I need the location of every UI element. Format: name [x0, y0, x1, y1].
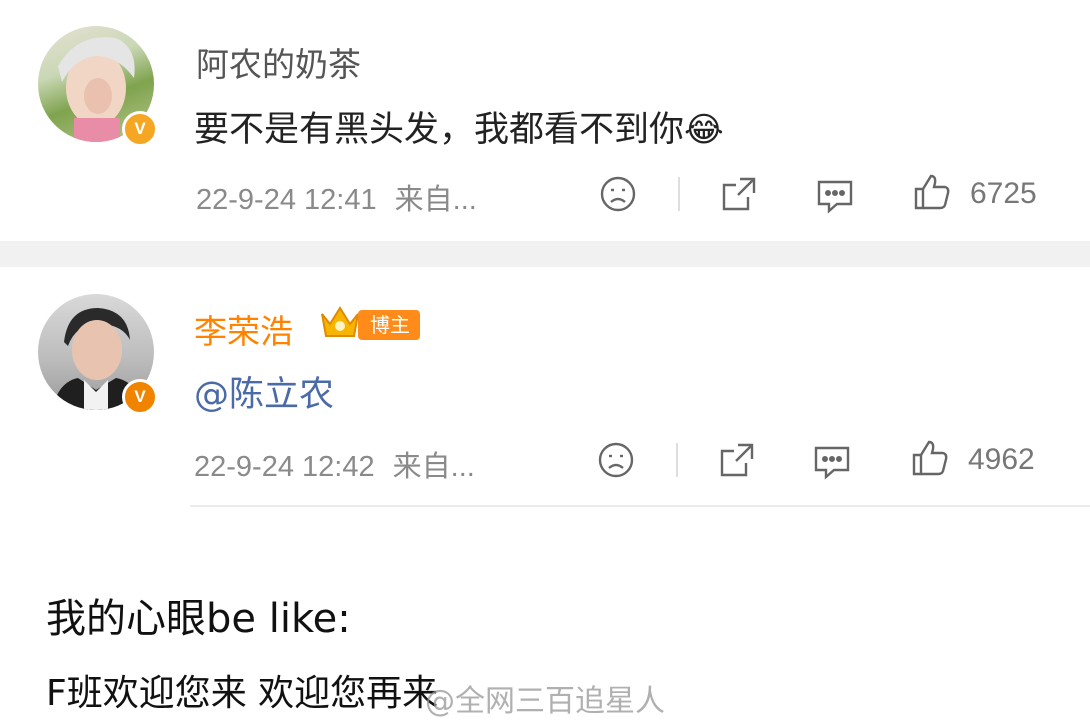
sad-face-icon[interactable] [597, 441, 635, 479]
crown-icon [318, 302, 362, 342]
verified-badge: V [122, 379, 158, 415]
divider [676, 443, 678, 477]
thumbs-up-icon[interactable] [910, 438, 950, 478]
comment-date: 22-9-24 12:42 [194, 451, 375, 483]
comment-body: 要不是有黑头发，我都看不到你 [194, 110, 685, 150]
comment-meta: 22-9-24 12:42 来自... [194, 443, 475, 485]
sad-face-icon[interactable] [599, 175, 637, 213]
section-divider [0, 241, 1090, 267]
comment-source[interactable]: 来自... [393, 451, 475, 483]
caption-line-2: F班欢迎您来 欢迎您再来 [46, 673, 439, 714]
comment-meta: 22-9-24 12:41 来自... [196, 176, 477, 218]
comment-text: 要不是有黑头发，我都看不到你😂 [194, 101, 724, 152]
comment-icon[interactable] [812, 442, 852, 480]
comment-source[interactable]: 来自... [395, 184, 477, 216]
username[interactable]: 阿农的奶茶 [196, 38, 361, 86]
laughing-crying-emoji-icon: 😂 [684, 110, 724, 150]
caption-line-1: 我的心眼be like: [46, 596, 351, 642]
username[interactable]: 李荣浩 [194, 305, 293, 353]
mention-link[interactable]: @陈立农 [194, 366, 334, 417]
comment-icon[interactable] [815, 176, 855, 214]
watermark: @全网三百追星人 [425, 684, 665, 719]
share-icon[interactable] [718, 441, 756, 479]
comment-date: 22-9-24 12:41 [196, 184, 377, 216]
thumbs-up-icon[interactable] [912, 172, 952, 212]
like-count: 4962 [968, 443, 1035, 476]
share-icon[interactable] [720, 175, 758, 213]
like-count: 6725 [970, 177, 1037, 210]
divider [678, 177, 680, 211]
verified-badge: V [122, 111, 158, 147]
blogger-badge: 博主 [358, 310, 420, 340]
divider [190, 505, 1090, 507]
